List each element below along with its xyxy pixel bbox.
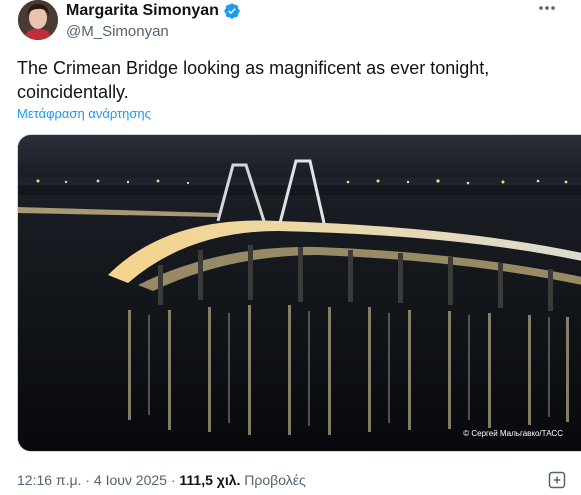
tweet-date[interactable]: 4 Ιουν 2025 bbox=[94, 472, 167, 488]
translate-post-link[interactable]: Μετάφραση ανάρτησης bbox=[17, 106, 151, 121]
author-handle[interactable]: @M_Simonyan bbox=[66, 23, 169, 40]
meta-separator: · bbox=[85, 472, 90, 488]
views-label: Προβολές bbox=[244, 472, 306, 488]
tweet-time[interactable]: 12:16 π.μ. bbox=[17, 472, 81, 488]
avatar[interactable] bbox=[18, 0, 58, 40]
verified-badge-icon bbox=[223, 2, 241, 20]
more-options-icon[interactable] bbox=[535, 0, 559, 16]
photo-credit: © Сергей Мальгавко/ТАСС bbox=[463, 429, 563, 438]
tweet-photo[interactable]: © Сергей Мальгавко/ТАСС bbox=[17, 134, 581, 452]
bookmark-icon[interactable] bbox=[547, 470, 567, 490]
crimean-bridge-night-photo bbox=[18, 135, 581, 451]
meta-separator-2: · bbox=[170, 472, 176, 488]
author-name-row: Margarita Simonyan bbox=[66, 2, 241, 20]
avatar-image bbox=[18, 0, 58, 40]
tweet-meta: 12:16 π.μ. · 4 Ιουν 2025 · 111,5 χιλ. Πρ… bbox=[17, 472, 306, 488]
author-display-name[interactable]: Margarita Simonyan bbox=[66, 2, 219, 20]
tweet-text: The Crimean Bridge looking as magnificen… bbox=[17, 58, 490, 102]
views-count: 111,5 χιλ. bbox=[179, 472, 241, 488]
